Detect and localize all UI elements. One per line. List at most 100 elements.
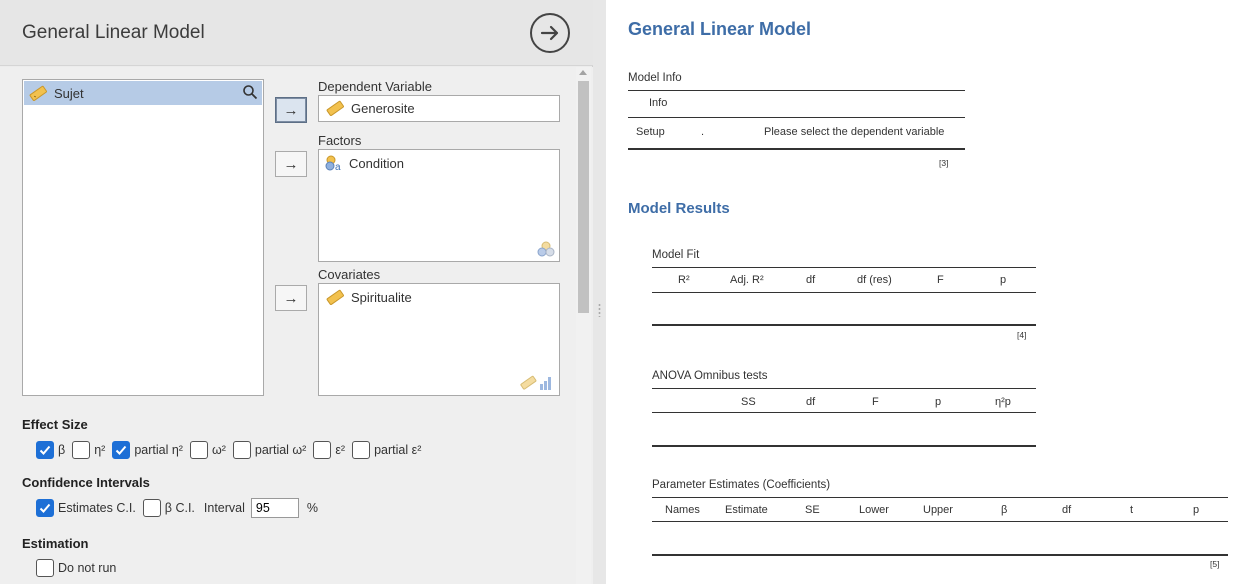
check-icon	[116, 445, 127, 455]
table-rule	[628, 148, 965, 150]
factors-label: Factors	[318, 133, 362, 148]
variable-item[interactable]: Sujet	[24, 81, 262, 105]
model-fit-footnote: [4]	[1017, 330, 1027, 340]
anova-col: η²p	[995, 396, 1011, 408]
table-rule	[628, 90, 965, 91]
partial-eta-squared-checkbox[interactable]	[112, 441, 131, 459]
params-col: Upper	[923, 504, 953, 516]
model-fit-col: p	[1000, 274, 1007, 286]
partial-eta-squared-label: partial η²	[134, 443, 183, 457]
panel-splitter[interactable]	[593, 0, 606, 584]
table-rule	[652, 521, 1228, 522]
params-col: df	[1062, 504, 1072, 516]
anova-col: SS	[741, 396, 756, 408]
options-scrollbar[interactable]	[576, 67, 591, 584]
factor-item-label: Condition	[349, 155, 404, 171]
dependent-variable-label: Dependent Variable	[318, 79, 432, 94]
confidence-options: Estimates C.I. β C.I. Interval %	[36, 498, 318, 518]
continuous-type-hint-icon	[520, 375, 551, 390]
results-title: General Linear Model	[628, 19, 812, 39]
epsilon-squared-label: ε²	[335, 443, 346, 457]
move-to-covariates-button[interactable]: →	[275, 285, 307, 311]
covariate-item[interactable]: Spiritualite	[319, 284, 559, 310]
model-fit-col: Adj. R²	[730, 274, 764, 286]
ruler-icon	[326, 100, 344, 116]
search-icon[interactable]	[242, 84, 258, 100]
confidence-intervals-title: Confidence Intervals	[22, 475, 150, 490]
arrow-right-icon: →	[283, 155, 299, 173]
epsilon-squared-checkbox[interactable]	[313, 441, 332, 459]
params-col: Estimate	[725, 504, 768, 516]
interval-label: Interval	[203, 501, 245, 515]
model-fit-col: R²	[678, 274, 690, 286]
arrow-right-icon: →	[283, 289, 299, 307]
run-analysis-button[interactable]	[530, 13, 570, 53]
scroll-up-arrow-icon[interactable]	[579, 70, 587, 75]
beta-checkbox[interactable]	[36, 441, 54, 459]
covariates-label: Covariates	[318, 267, 381, 282]
analysis-options-panel: General Linear Model Sujet → → → Depende…	[0, 0, 593, 584]
dependent-item[interactable]: Generosite	[319, 96, 559, 121]
check-icon	[39, 445, 51, 455]
omega-squared-label: ω²	[211, 443, 226, 457]
table-rule	[652, 554, 1228, 556]
do-not-run-label: Do not run	[58, 561, 117, 575]
estimation-options: Do not run	[36, 559, 123, 577]
dependent-variable-box[interactable]: Generosite	[318, 95, 560, 122]
eta-squared-label: η²	[94, 443, 106, 457]
splitter-grip-icon	[598, 303, 601, 317]
move-to-dependent-button[interactable]: →	[275, 97, 307, 123]
variables-list[interactable]: Sujet	[22, 79, 264, 396]
effect-size-title: Effect Size	[22, 417, 88, 432]
ruler-icon	[326, 289, 344, 305]
params-col: Names	[665, 504, 700, 516]
scrollbar-thumb[interactable]	[578, 81, 589, 313]
table-rule	[652, 267, 1036, 268]
options-title: General Linear Model	[22, 22, 205, 43]
factor-item[interactable]: a Condition	[319, 150, 559, 176]
model-fit-col: df (res)	[857, 274, 892, 286]
model-fit-caption: Model Fit	[652, 249, 700, 261]
partial-epsilon-squared-checkbox[interactable]	[352, 441, 371, 459]
svg-text:a: a	[335, 162, 341, 171]
model-info-header: Info	[649, 97, 668, 109]
partial-omega-squared-checkbox[interactable]	[232, 441, 251, 459]
estimates-ci-checkbox[interactable]	[36, 499, 54, 517]
move-to-factors-button[interactable]: →	[275, 151, 307, 177]
estimates-ci-label: Estimates C.I.	[58, 501, 136, 515]
results-panel: General Linear Model Model Info Info Set…	[606, 0, 1235, 584]
factors-box[interactable]: a Condition	[318, 149, 560, 262]
anova-col: p	[935, 396, 942, 408]
arrow-right-icon	[540, 25, 559, 41]
covariate-item-label: Spiritualite	[351, 289, 412, 305]
params-col: SE	[805, 504, 820, 516]
table-rule	[652, 497, 1228, 498]
beta-ci-label: β C.I.	[164, 501, 195, 515]
model-info-row-dot: .	[701, 126, 705, 138]
anova-col: F	[872, 396, 879, 408]
omega-squared-checkbox[interactable]	[189, 441, 208, 459]
do-not-run-checkbox[interactable]	[36, 559, 54, 577]
interval-input[interactable]	[250, 498, 299, 518]
eta-squared-checkbox[interactable]	[72, 441, 91, 459]
beta-ci-checkbox[interactable]	[142, 499, 161, 517]
model-info-caption: Model Info	[628, 72, 682, 84]
options-header: General Linear Model	[0, 0, 593, 66]
model-results-title: Model Results	[628, 200, 730, 217]
model-info-row-message: Please select the dependent variable	[764, 126, 945, 138]
params-caption: Parameter Estimates (Coefficients)	[652, 479, 831, 491]
partial-omega-squared-label: partial ω²	[254, 443, 307, 457]
params-footnote: [5]	[1210, 559, 1220, 569]
params-col: t	[1130, 504, 1134, 516]
effect-size-options: β η² partial η² ω² partial ω² ε² partial…	[36, 441, 428, 459]
estimation-title: Estimation	[22, 536, 89, 551]
arrow-right-icon: →	[283, 101, 299, 119]
percent-label: %	[306, 501, 319, 515]
params-col: p	[1193, 504, 1200, 516]
params-col: β	[1001, 504, 1008, 516]
dependent-item-label: Generosite	[351, 100, 415, 116]
options-body: Sujet → → → Dependent Variable Generosit…	[0, 67, 593, 584]
anova-caption: ANOVA Omnibus tests	[652, 370, 768, 382]
model-fit-col: F	[937, 274, 944, 286]
covariates-box[interactable]: Spiritualite	[318, 283, 560, 396]
